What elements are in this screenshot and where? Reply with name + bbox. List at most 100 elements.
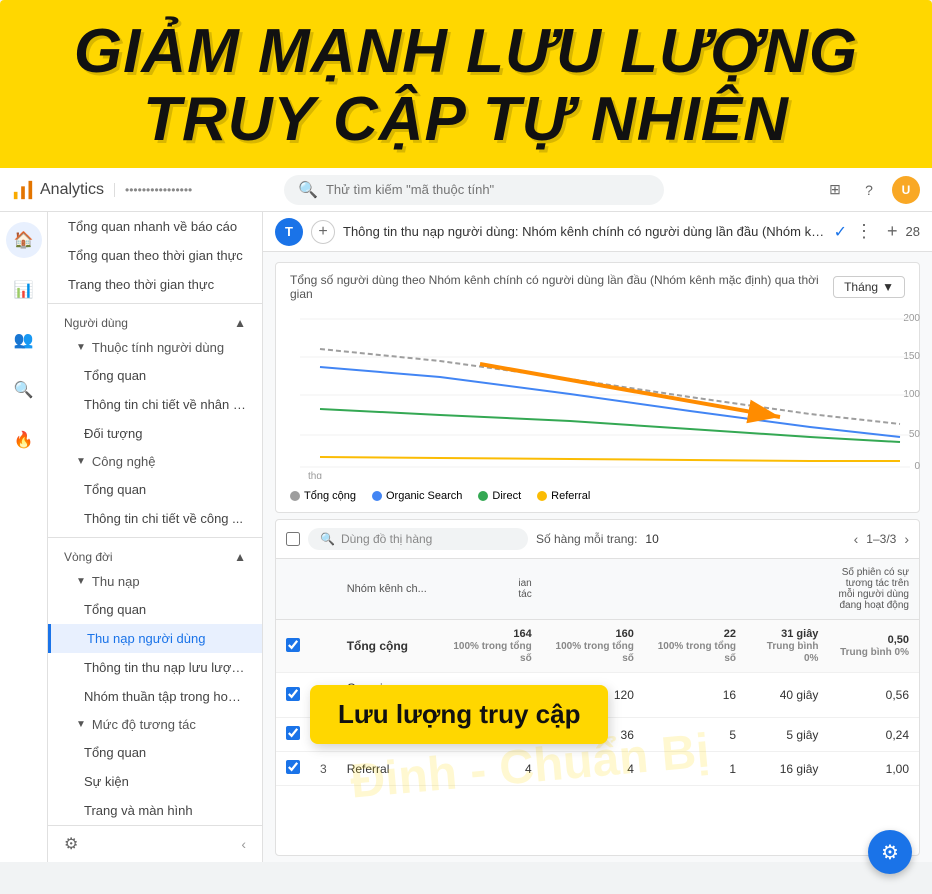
- analytics-logo-text: Analytics: [40, 181, 104, 199]
- row-total-col1: 164100% trong tổng số: [440, 620, 542, 673]
- analytics-logo-icon: [12, 179, 34, 201]
- tab-add-button[interactable]: +: [311, 220, 335, 244]
- table-search-icon: 🔍: [320, 532, 335, 546]
- next-page-button[interactable]: ›: [904, 531, 909, 547]
- tab-check-icon: ✓: [834, 222, 847, 242]
- analytics-header: Analytics •••••••••••••••• 🔍 ⊞ ? U: [0, 168, 932, 212]
- table-search-label: Dùng đồ thị hàng: [341, 532, 432, 546]
- tab-more-icon[interactable]: ⋮: [855, 221, 873, 242]
- sidebar-tech-details[interactable]: Thông tin chi tiết về công ...: [48, 504, 262, 533]
- content-area: T + Thông tin thu nạp người dùng: Nhóm k…: [263, 212, 932, 862]
- sidebar-item-realtime-page[interactable]: Trang theo thời gian thực: [48, 270, 262, 299]
- header-icons: ⊞ ? U: [824, 176, 920, 204]
- row-total-col4: 31 giâyTrung bình 0%: [746, 620, 828, 673]
- sidebar-item-quick-report[interactable]: Tổng quan nhanh về báo cáo: [48, 212, 262, 241]
- sidebar-nav-icons: 🏠 📊 👥 🔍 🔥: [0, 212, 48, 862]
- row2-col4: 5 giây: [746, 718, 828, 752]
- chart-title: Tổng số người dùng theo Nhóm kênh chính …: [290, 273, 833, 301]
- col-sessions-per-user-header: Số phiên có sựtương tác trênmỗi người dù…: [828, 559, 919, 620]
- row-total-col3: 22100% trong tổng số: [644, 620, 746, 673]
- legend-direct-dot: [478, 491, 488, 501]
- legend-organic-dot: [372, 491, 382, 501]
- chart-header: Tổng số người dùng theo Nhóm kênh chính …: [290, 273, 905, 301]
- legend-referral: Referral: [537, 490, 590, 502]
- avatar[interactable]: U: [892, 176, 920, 204]
- nav-people-icon[interactable]: 👥: [6, 322, 42, 358]
- sidebar-eng-overview[interactable]: Tổng quan: [48, 738, 262, 767]
- sidebar-acq-traffic[interactable]: Thông tin thu nạp lưu lượn...: [48, 653, 262, 682]
- sidebar-section-lifecycle[interactable]: Vòng đời ▲: [48, 542, 262, 568]
- row1-col5: 0,56: [828, 673, 919, 718]
- legend-direct: Direct: [478, 490, 521, 502]
- row-total-col2: 160100% trong tổng số: [542, 620, 644, 673]
- callout-box: Lưu lượng truy cập: [310, 685, 608, 744]
- table-pagination: ‹ 1–3/3 ›: [854, 531, 909, 547]
- sidebar-engagement[interactable]: ▼ Mức độ tương tác: [48, 711, 262, 738]
- table-select-all[interactable]: [286, 532, 300, 546]
- col-users-header: iantác: [440, 559, 542, 620]
- rows-per-page-value: 10: [645, 532, 658, 546]
- fab-button[interactable]: ⚙: [868, 830, 912, 874]
- sidebar-attr-details[interactable]: Thông tin chi tiết về nhân k...: [48, 390, 262, 419]
- row3-col4: 16 giây: [746, 752, 828, 786]
- chart-period-button[interactable]: Tháng ▼: [833, 276, 905, 298]
- row3-checkbox[interactable]: [286, 760, 300, 774]
- analytics-account: ••••••••••••••••: [114, 183, 274, 197]
- row1-col3: 16: [644, 673, 746, 718]
- help-icon[interactable]: ?: [858, 179, 880, 201]
- left-panel: 🏠 📊 👥 🔍 🔥 Tổng quan nhanh về báo cáo Tổn…: [0, 212, 263, 862]
- sidebar-eng-events[interactable]: Sự kiện: [48, 767, 262, 796]
- chart-panel: Tổng số người dùng theo Nhóm kênh chính …: [275, 262, 920, 513]
- sidebar-acq-overview[interactable]: Tổng quan: [48, 595, 262, 624]
- pagination-range: 1–3/3: [866, 532, 896, 546]
- legend-referral-dot: [537, 491, 547, 501]
- sidebar: Tổng quan nhanh về báo cáo Tổng quan the…: [48, 212, 263, 862]
- row2-checkbox[interactable]: [286, 726, 300, 740]
- table-row: 3 Referral 4 4 1 16 giây 1,00: [276, 752, 919, 786]
- sidebar-acq-groups[interactable]: Nhóm thuần tập trong hoạt...: [48, 682, 262, 711]
- sidebar-item-realtime-overview[interactable]: Tổng quan theo thời gian thực: [48, 241, 262, 270]
- sidebar-section-users[interactable]: Người dùng ▲: [48, 308, 262, 334]
- nav-home-icon[interactable]: 🏠: [6, 222, 42, 258]
- chart-legend: Tổng cộng Organic Search Direct Referral: [290, 490, 905, 502]
- legend-total: Tổng cộng: [290, 490, 356, 502]
- data-table: Nhóm kênh ch... iantác Số phiên có sựtươ…: [276, 559, 919, 786]
- sidebar-collapse-icon[interactable]: ‹: [241, 836, 246, 852]
- row3-col1: 4: [440, 752, 542, 786]
- chart-svg-wrap: 200 150 100 50 0 thg: [290, 309, 905, 484]
- nav-search-icon[interactable]: 🔍: [6, 372, 42, 408]
- tab-bar: T + Thông tin thu nạp người dùng: Nhóm k…: [263, 212, 932, 252]
- table-toolbar: 🔍 Dùng đồ thị hàng Số hàng mỗi trang: 10…: [276, 520, 919, 559]
- banner-line2: TRUY CẬP TỰ NHIÊN: [143, 85, 789, 154]
- row1-col4: 40 giây: [746, 673, 828, 718]
- sidebar-audience[interactable]: Đối tượng: [48, 419, 262, 448]
- row2-col3: 5: [644, 718, 746, 752]
- sidebar-tech[interactable]: ▼ Công nghệ: [48, 448, 262, 475]
- tab-circle: T: [275, 218, 303, 246]
- table-search[interactable]: 🔍 Dùng đồ thị hàng: [308, 528, 528, 550]
- search-bar[interactable]: 🔍: [284, 175, 664, 205]
- table-row-total: Tổng cộng 164100% trong tổng số 160100% …: [276, 620, 919, 673]
- col-new-users-header: [542, 559, 644, 620]
- sidebar-tech-overview[interactable]: Tổng quan: [48, 475, 262, 504]
- row1-checkbox[interactable]: [286, 687, 300, 701]
- sidebar-attr-overview[interactable]: Tổng quan: [48, 361, 262, 390]
- row3-col5: 1,00: [828, 752, 919, 786]
- settings-icon[interactable]: ⚙: [64, 834, 78, 854]
- tab-new-icon[interactable]: +: [887, 221, 898, 242]
- sidebar-acquisition[interactable]: ▼ Thu nạp: [48, 568, 262, 595]
- prev-page-button[interactable]: ‹: [854, 531, 859, 547]
- sidebar-eng-pages[interactable]: Trang và màn hình: [48, 796, 262, 825]
- nav-fire-icon[interactable]: 🔥: [6, 422, 42, 458]
- row-total-checkbox[interactable]: [286, 638, 300, 652]
- col-channel-header: Nhóm kênh ch...: [337, 559, 440, 620]
- nav-chart-icon[interactable]: 📊: [6, 272, 42, 308]
- grid-icon[interactable]: ⊞: [824, 179, 846, 201]
- row2-col5: 0,24: [828, 718, 919, 752]
- sidebar-acq-users[interactable]: Thu nạp người dùng: [48, 624, 262, 653]
- sidebar-user-attributes[interactable]: ▼ Thuộc tính người dùng: [48, 334, 262, 361]
- svg-text:thg: thg: [308, 471, 322, 479]
- tab-title: Thông tin thu nạp người dùng: Nhóm kênh …: [343, 224, 826, 239]
- search-input[interactable]: [326, 182, 650, 197]
- row3-col3: 1: [644, 752, 746, 786]
